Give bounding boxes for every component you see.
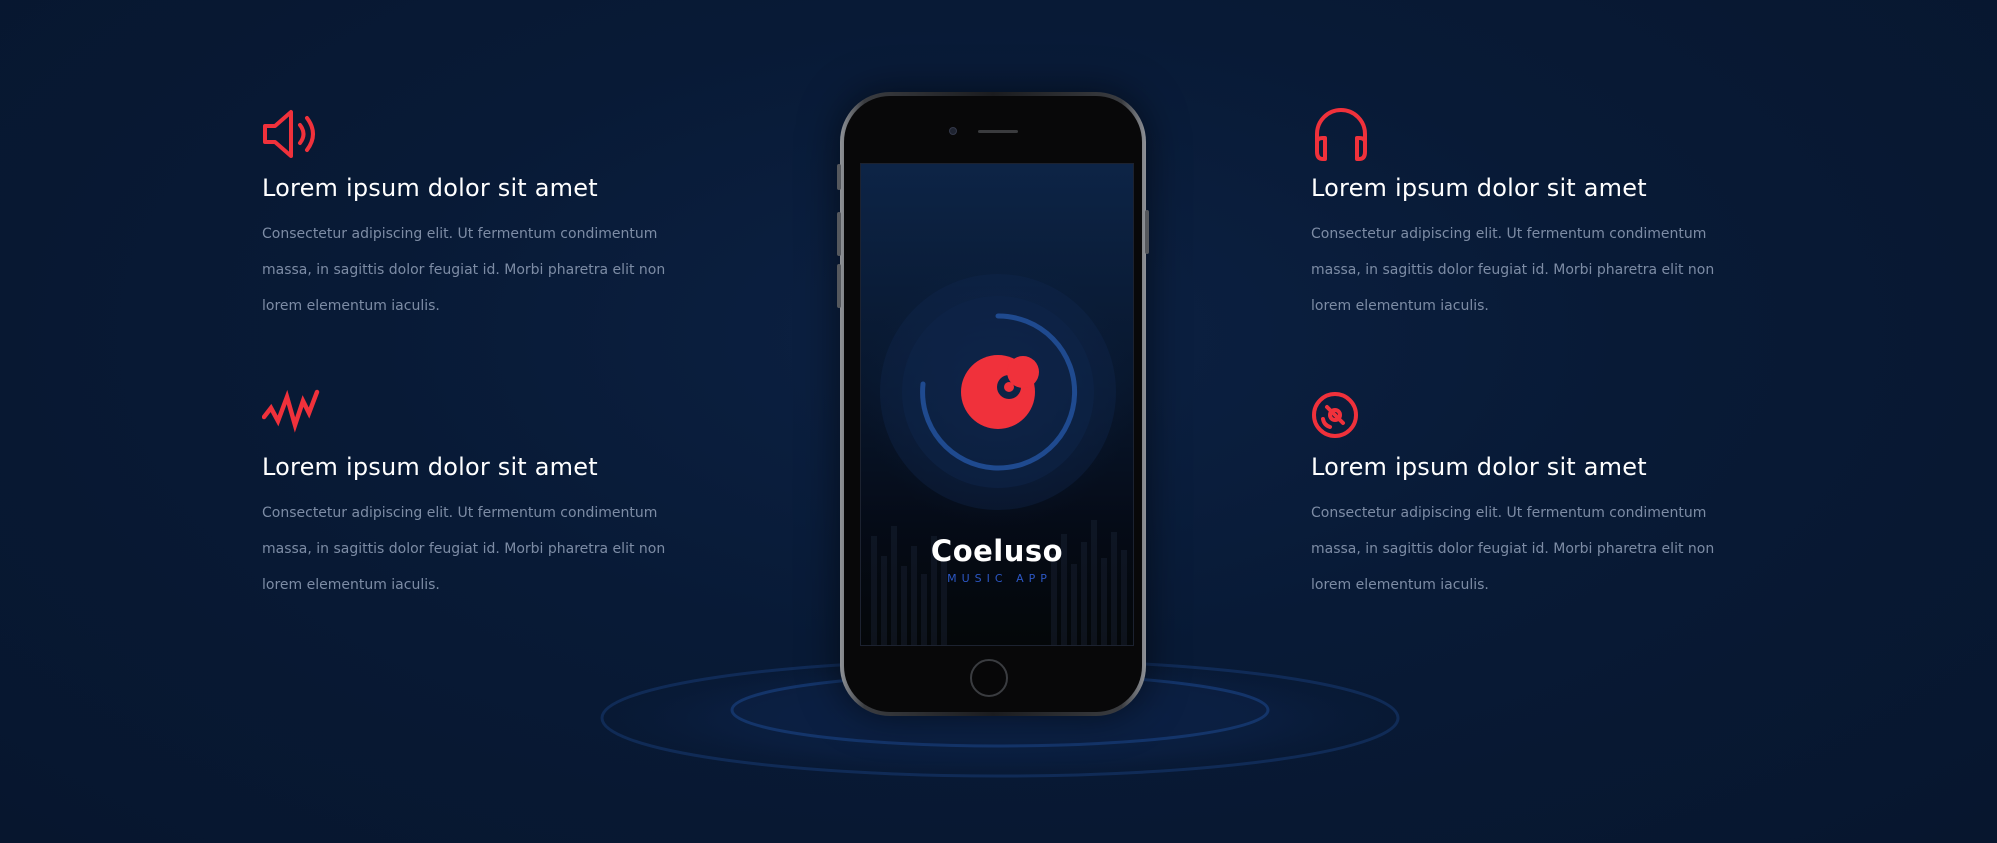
app-tagline: MUSIC APP xyxy=(947,572,1052,585)
phone-body: Coeluso MUSIC APP xyxy=(844,96,1142,712)
app-name: Coeluso xyxy=(930,534,1064,568)
feature-description: Consectetur adipiscing elit. Ut fermentu… xyxy=(1311,226,1715,314)
speaker-icon xyxy=(263,110,315,158)
disc-icon xyxy=(1312,392,1358,438)
feature-title: Lorem ipsum dolor sit amet xyxy=(1311,453,1647,481)
feature-title: Lorem ipsum dolor sit amet xyxy=(262,174,598,202)
phone-mockup: Coeluso MUSIC APP xyxy=(837,92,1149,716)
feature-disc: Lorem ipsum dolor sit amet Consectetur a… xyxy=(1311,383,1791,593)
feature-sound: Lorem ipsum dolor sit amet Consectetur a… xyxy=(262,104,742,314)
phone-screen: Coeluso MUSIC APP xyxy=(860,163,1134,646)
home-button[interactable] xyxy=(970,659,1008,697)
feature-pulse: Lorem ipsum dolor sit amet Consectetur a… xyxy=(262,383,742,593)
pulse-icon xyxy=(262,389,320,433)
feature-headphones: Lorem ipsum dolor sit amet Consectetur a… xyxy=(1311,104,1791,314)
feature-title: Lorem ipsum dolor sit amet xyxy=(1311,174,1647,202)
headphones-icon xyxy=(1315,108,1367,161)
power-button xyxy=(1145,210,1149,254)
feature-description: Consectetur adipiscing elit. Ut fermentu… xyxy=(1311,505,1715,593)
earpiece-speaker xyxy=(978,130,1018,133)
feature-description: Consectetur adipiscing elit. Ut fermentu… xyxy=(262,505,666,593)
front-camera xyxy=(949,127,957,135)
feature-description: Consectetur adipiscing elit. Ut fermentu… xyxy=(262,226,666,314)
feature-title: Lorem ipsum dolor sit amet xyxy=(262,453,598,481)
volume-up-button xyxy=(837,212,841,256)
volume-down-button xyxy=(837,264,841,308)
side-button xyxy=(837,164,841,190)
